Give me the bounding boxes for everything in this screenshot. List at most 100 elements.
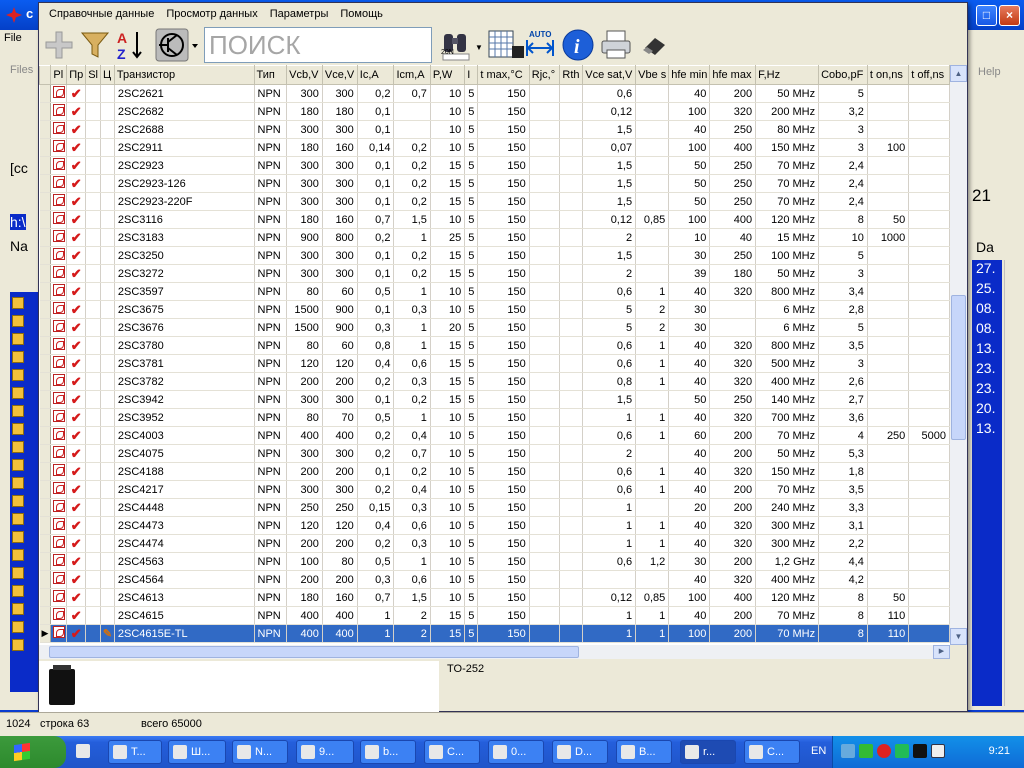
table-cell[interactable] bbox=[908, 282, 950, 301]
table-cell[interactable]: 60 bbox=[322, 282, 358, 301]
row-indicator[interactable] bbox=[39, 372, 52, 391]
icon-cell[interactable] bbox=[100, 192, 115, 211]
table-cell[interactable]: 0,12 bbox=[582, 588, 637, 607]
table-cell[interactable]: 300 bbox=[286, 246, 323, 265]
icon-cell[interactable] bbox=[100, 228, 115, 247]
table-cell[interactable]: 5 bbox=[464, 462, 479, 481]
table-cell[interactable] bbox=[529, 588, 561, 607]
table-cell[interactable] bbox=[867, 516, 910, 535]
table-cell[interactable] bbox=[867, 264, 910, 283]
table-cell[interactable] bbox=[908, 534, 950, 553]
row-indicator[interactable] bbox=[39, 480, 52, 499]
icon-cell[interactable]: ✔ bbox=[66, 426, 87, 445]
table-cell[interactable]: 1 bbox=[582, 606, 637, 625]
table-cell[interactable] bbox=[559, 426, 584, 445]
table-cell[interactable]: 15 bbox=[430, 354, 466, 373]
table-cell[interactable]: 300 bbox=[322, 246, 358, 265]
table-cell[interactable]: 5 bbox=[464, 534, 479, 553]
table-cell[interactable]: 4 bbox=[818, 426, 868, 445]
table-cell[interactable]: 1,5 bbox=[393, 210, 431, 229]
table-cell[interactable]: 140 MHz bbox=[755, 390, 820, 409]
eraser-icon[interactable] bbox=[639, 28, 671, 62]
table-cell[interactable] bbox=[559, 246, 584, 265]
table-cell[interactable] bbox=[635, 102, 670, 121]
table-cell[interactable]: 1 bbox=[582, 408, 637, 427]
table-cell[interactable]: 300 bbox=[322, 444, 358, 463]
table-cell[interactable] bbox=[867, 84, 910, 103]
icon-cell[interactable] bbox=[85, 192, 101, 211]
table-cell[interactable]: 2SC4003 bbox=[114, 426, 255, 445]
taskbar-button-0[interactable]: T... bbox=[108, 740, 162, 764]
table-cell[interactable] bbox=[529, 192, 561, 211]
table-cell[interactable] bbox=[635, 246, 670, 265]
table-cell[interactable]: 30 bbox=[668, 552, 711, 571]
table-cell[interactable]: 160 bbox=[322, 588, 358, 607]
table-cell[interactable]: 110 bbox=[867, 624, 910, 643]
table-cell[interactable]: 2 bbox=[393, 624, 431, 643]
table-cell[interactable]: 20 bbox=[668, 498, 711, 517]
table-cell[interactable]: 0,2 bbox=[393, 462, 431, 481]
table-cell[interactable]: 15 bbox=[430, 192, 466, 211]
table-cell[interactable]: 0,12 bbox=[582, 210, 637, 229]
table-row[interactable]: ✔ 2SC2621 NPN 300 300 0,2 0,7 10 5 150 0,6 40 200 50 … bbox=[39, 84, 950, 103]
table-cell[interactable] bbox=[908, 318, 950, 337]
table-cell[interactable]: 0,3 bbox=[393, 300, 431, 319]
table-cell[interactable]: NPN bbox=[254, 246, 288, 265]
table-cell[interactable]: 1,5 bbox=[582, 390, 637, 409]
icon-cell[interactable] bbox=[100, 84, 115, 103]
table-cell[interactable]: 5 bbox=[464, 444, 479, 463]
taskbar-button-8[interactable]: B... bbox=[616, 740, 672, 764]
table-cell[interactable]: 80 MHz bbox=[755, 120, 820, 139]
table-cell[interactable]: 20 bbox=[430, 318, 466, 337]
table-cell[interactable]: 2SC4448 bbox=[114, 498, 255, 517]
table-cell[interactable]: 400 bbox=[709, 588, 757, 607]
table-cell[interactable] bbox=[867, 156, 910, 175]
table-cell[interactable] bbox=[908, 174, 950, 193]
table-cell[interactable]: 15 bbox=[430, 372, 466, 391]
table-cell[interactable]: 250 bbox=[286, 498, 323, 517]
tray-icon[interactable] bbox=[877, 744, 891, 758]
column-header-rth[interactable]: Rth bbox=[559, 65, 584, 85]
table-row[interactable]: ✔ 2SC3782 NPN 200 200 0,2 0,3 15 5 150 0,8 1 40 320 40… bbox=[39, 372, 950, 391]
table-cell[interactable]: 180 bbox=[322, 102, 358, 121]
table-cell[interactable]: 120 MHz bbox=[755, 588, 820, 607]
table-cell[interactable]: 2SC3116 bbox=[114, 210, 255, 229]
table-cell[interactable] bbox=[529, 228, 561, 247]
table-cell[interactable]: NPN bbox=[254, 534, 288, 553]
table-cell[interactable]: 3,5 bbox=[818, 336, 868, 355]
pdf-icon[interactable] bbox=[52, 140, 65, 152]
table-cell[interactable]: 1 bbox=[635, 516, 670, 535]
column-header-hfemax[interactable]: hfe max bbox=[709, 65, 757, 85]
table-cell[interactable]: 150 bbox=[477, 588, 530, 607]
table-cell[interactable]: 2,7 bbox=[818, 390, 868, 409]
table-cell[interactable]: 2SC2923-126 bbox=[114, 174, 255, 193]
table-cell[interactable]: 0,1 bbox=[357, 192, 395, 211]
table-cell[interactable] bbox=[529, 246, 561, 265]
table-cell[interactable]: 1,8 bbox=[818, 462, 868, 481]
table-cell[interactable]: 10 bbox=[430, 498, 466, 517]
table-cell[interactable]: 250 bbox=[709, 390, 757, 409]
table-row[interactable]: ✔ 2SC4615 NPN 400 400 1 2 15 5 150 1 1 40 200 70 MHz 8 1… bbox=[39, 606, 950, 625]
icon-cell[interactable]: ✔ bbox=[66, 84, 87, 103]
table-cell[interactable] bbox=[908, 390, 950, 409]
table-cell[interactable] bbox=[559, 570, 584, 589]
table-cell[interactable]: 0,07 bbox=[582, 138, 637, 157]
maximize-button[interactable]: □ bbox=[976, 5, 997, 26]
bg-menu-help[interactable]: Help bbox=[978, 66, 1001, 78]
table-cell[interactable]: 250 bbox=[709, 192, 757, 211]
table-cell[interactable]: 80 bbox=[322, 552, 358, 571]
table-cell[interactable] bbox=[559, 210, 584, 229]
table-cell[interactable]: 100 bbox=[668, 588, 711, 607]
icon-cell[interactable]: ✔ bbox=[66, 390, 87, 409]
table-cell[interactable] bbox=[908, 606, 950, 625]
table-cell[interactable]: 300 bbox=[322, 174, 358, 193]
icon-cell[interactable] bbox=[85, 372, 101, 391]
table-cell[interactable]: 40 bbox=[668, 120, 711, 139]
table-cell[interactable]: 0,3 bbox=[357, 570, 395, 589]
table-cell[interactable] bbox=[867, 408, 910, 427]
row-indicator[interactable] bbox=[39, 570, 52, 589]
icon-cell[interactable] bbox=[100, 102, 115, 121]
table-cell[interactable]: NPN bbox=[254, 102, 288, 121]
table-cell[interactable]: 150 bbox=[477, 318, 530, 337]
pdf-icon[interactable] bbox=[52, 212, 65, 224]
